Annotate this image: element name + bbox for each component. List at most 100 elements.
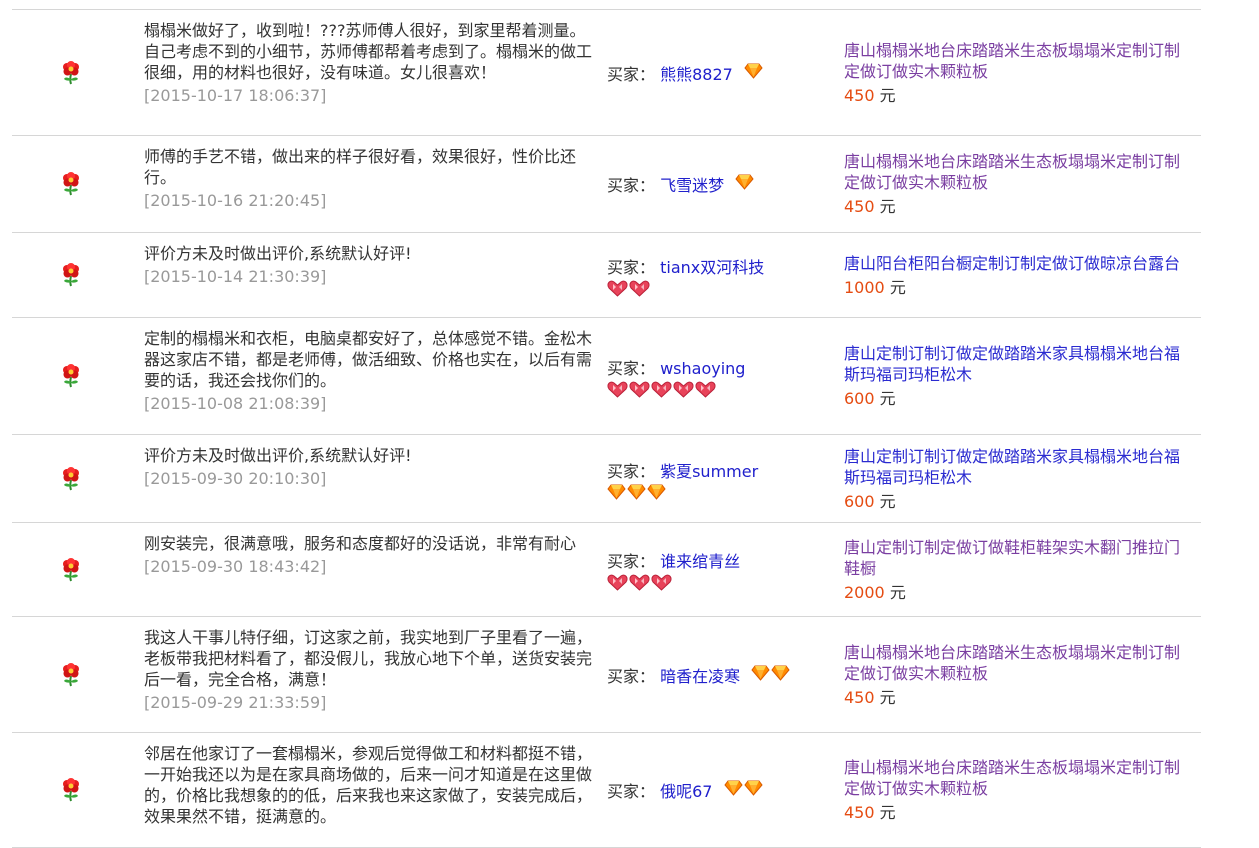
buyer-credit-badges [607,484,758,500]
buyer-credit-badges [744,63,763,79]
buyer-name-link[interactable]: 俄呢67 [660,782,712,801]
item-cell: 唐山榻榻米地台床踏踏米生态板塌塌米定制订制定做订做实木颗粒板 450 元 [844,136,1201,232]
red-flower-icon [63,60,79,84]
buyer-credit-badges [607,381,745,398]
reviews-list: 榻榻米做好了，收到啦！???苏师傅人很好，到家里帮着测量。自己考虑不到的小细节，… [12,9,1201,848]
buyer-label: 买家： [607,666,661,686]
buyer-cell: 买家： wshaoying [607,318,844,434]
rating-cell [12,617,130,732]
heart-icon [629,574,650,591]
item-link[interactable]: 唐山榻榻米地台床踏踏米生态板塌塌米定制订制定做订做实木颗粒板 [844,642,1201,684]
buyer-name-link[interactable]: 暗香在凌寒 [660,667,740,686]
review-text: 定制的榻榻米和衣柜，电脑桌都安好了，总体感觉不错。金松木器这家店不错，都是老师傅… [144,329,593,390]
heart-icon [651,381,672,398]
diamond-icon [735,174,754,190]
review-date: [2015-10-17 18:06:37] [144,86,327,105]
item-price: 450 [844,803,875,822]
red-flower-icon [63,364,79,388]
item-price: 450 [844,197,875,216]
red-flower-icon [63,172,79,196]
item-link[interactable]: 唐山定制订制订做定做踏踏米家具榻榻米地台福斯玛福司玛柜松木 [844,343,1201,385]
diamond-icon [771,665,790,681]
buyer-credit-badges [723,780,763,796]
heart-icon [607,381,628,398]
buyer-cell: 买家： 暗香在凌寒 [607,617,844,732]
buyer-name-link[interactable]: wshaoying [660,359,745,378]
rating-cell [12,136,130,232]
buyer-credit-badges [607,574,740,591]
diamond-icon [723,780,743,796]
rating-cell [12,318,130,434]
item-link[interactable]: 唐山定制订制订做定做踏踏米家具榻榻米地台福斯玛福司玛柜松木 [844,446,1201,488]
buyer-name-link[interactable]: 谁来绾青丝 [660,552,740,571]
review-text: 刚安装完，很满意哦，服务和态度都好的没话说，非常有耐心 [144,534,577,553]
comment-cell: 邻居在他家订了一套榻榻米，参观后觉得做工和材料都挺不错，一开始我还以为是在家具商… [130,733,607,847]
item-price: 2000 [844,582,885,602]
review-date: [2015-09-30 18:43:42] [144,557,327,576]
review-text: 我这人干事儿特仔细，订这家之前，我实地到厂子里看了一遍，老板带我把材料看了，都没… [144,628,593,689]
review-row: 榻榻米做好了，收到啦！???苏师傅人很好，到家里帮着测量。自己考虑不到的小细节，… [12,10,1201,136]
red-flower-icon [63,778,79,802]
item-link[interactable]: 唐山榻榻米地台床踏踏米生态板塌塌米定制订制定做订做实木颗粒板 [844,151,1201,193]
buyer-cell: 买家： tianx双河科技 [607,233,844,317]
review-row: 师傅的手艺不错，做出来的样子很好看，效果很好，性价比还行。 [2015-10-1… [12,136,1201,233]
price-unit: 元 [879,491,896,511]
price-unit: 元 [879,85,896,105]
item-cell: 唐山阳台柜阳台橱定制订制定做订做晾凉台露台 1000 元 [844,233,1201,317]
buyer-name-link[interactable]: 熊熊8827 [660,65,733,84]
heart-icon [651,574,672,591]
item-cell: 唐山定制订制定做订做鞋柜鞋架实木翻门推拉门鞋橱 2000 元 [844,523,1201,616]
buyer-cell: 买家： 谁来绾青丝 [607,523,844,616]
heart-icon [607,574,628,591]
red-flower-icon [63,557,79,581]
rating-cell [12,10,130,135]
review-row: 评价方未及时做出评价,系统默认好评! [2015-10-14 21:30:39]… [12,233,1201,318]
review-text: 评价方未及时做出评价,系统默认好评! [144,244,412,263]
review-date: [2015-10-16 21:20:45] [144,191,327,210]
buyer-label: 买家： [607,257,661,277]
buyer-name-link[interactable]: 飞雪迷梦 [660,176,724,195]
item-cell: 唐山榻榻米地台床踏踏米生态板塌塌米定制订制定做订做实木颗粒板 450 元 [844,10,1201,135]
price-unit: 元 [879,389,896,408]
red-flower-icon [63,466,79,490]
comment-cell: 定制的榻榻米和衣柜，电脑桌都安好了，总体感觉不错。金松木器这家店不错，都是老师傅… [130,318,607,434]
review-row: 刚安装完，很满意哦，服务和态度都好的没话说，非常有耐心 [2015-09-30 … [12,523,1201,617]
item-link[interactable]: 唐山榻榻米地台床踏踏米生态板塌塌米定制订制定做订做实木颗粒板 [844,757,1201,799]
buyer-credit-badges [735,174,754,190]
item-cell: 唐山榻榻米地台床踏踏米生态板塌塌米定制订制定做订做实木颗粒板 450 元 [844,617,1201,732]
heart-icon [695,381,716,398]
diamond-icon [751,665,770,681]
comment-cell: 刚安装完，很满意哦，服务和态度都好的没话说，非常有耐心 [2015-09-30 … [130,523,607,616]
rating-cell [12,233,130,317]
buyer-name-link[interactable]: 紫夏summer [660,462,758,481]
item-link[interactable]: 唐山阳台柜阳台橱定制订制定做订做晾凉台露台 [844,253,1190,274]
review-row: 我这人干事儿特仔细，订这家之前，我实地到厂子里看了一遍，老板带我把材料看了，都没… [12,617,1201,733]
heart-icon [607,280,628,297]
heart-icon [673,381,694,398]
buyer-label: 买家： [607,461,661,481]
review-text: 邻居在他家订了一套榻榻米，参观后觉得做工和材料都挺不错，一开始我还以为是在家具商… [144,744,593,826]
buyer-label: 买家： [607,552,661,571]
buyer-credit-badges [607,280,764,297]
item-link[interactable]: 唐山定制订制定做订做鞋柜鞋架实木翻门推拉门鞋橱 [844,537,1201,579]
item-cell: 唐山定制订制订做定做踏踏米家具榻榻米地台福斯玛福司玛柜松木 600 元 [844,318,1201,434]
price-unit: 元 [879,687,896,707]
comment-cell: 评价方未及时做出评价,系统默认好评! [2015-09-30 20:10:30] [130,435,607,522]
rating-cell [12,523,130,616]
review-text: 评价方未及时做出评价,系统默认好评! [144,446,412,465]
buyer-label: 买家： [607,358,661,378]
item-price: 600 [844,491,875,511]
red-flower-icon [63,263,79,287]
buyer-name-link[interactable]: tianx双河科技 [660,258,764,277]
rating-cell [12,435,130,522]
review-text: 榻榻米做好了，收到啦！???苏师傅人很好，到家里帮着测量。自己考虑不到的小细节，… [144,21,593,82]
comment-cell: 榻榻米做好了，收到啦！???苏师傅人很好，到家里帮着测量。自己考虑不到的小细节，… [130,10,607,135]
comment-cell: 评价方未及时做出评价,系统默认好评! [2015-10-14 21:30:39] [130,233,607,317]
buyer-cell: 买家： 飞雪迷梦 [607,136,844,232]
buyer-cell: 买家： 熊熊8827 [607,10,844,135]
item-link[interactable]: 唐山榻榻米地台床踏踏米生态板塌塌米定制订制定做订做实木颗粒板 [844,40,1201,82]
review-date: [2015-10-08 21:08:39] [144,394,327,413]
buyer-cell: 买家： 紫夏summer [607,435,844,522]
heart-icon [629,280,650,297]
review-row: 邻居在他家订了一套榻榻米，参观后觉得做工和材料都挺不错，一开始我还以为是在家具商… [12,733,1201,848]
